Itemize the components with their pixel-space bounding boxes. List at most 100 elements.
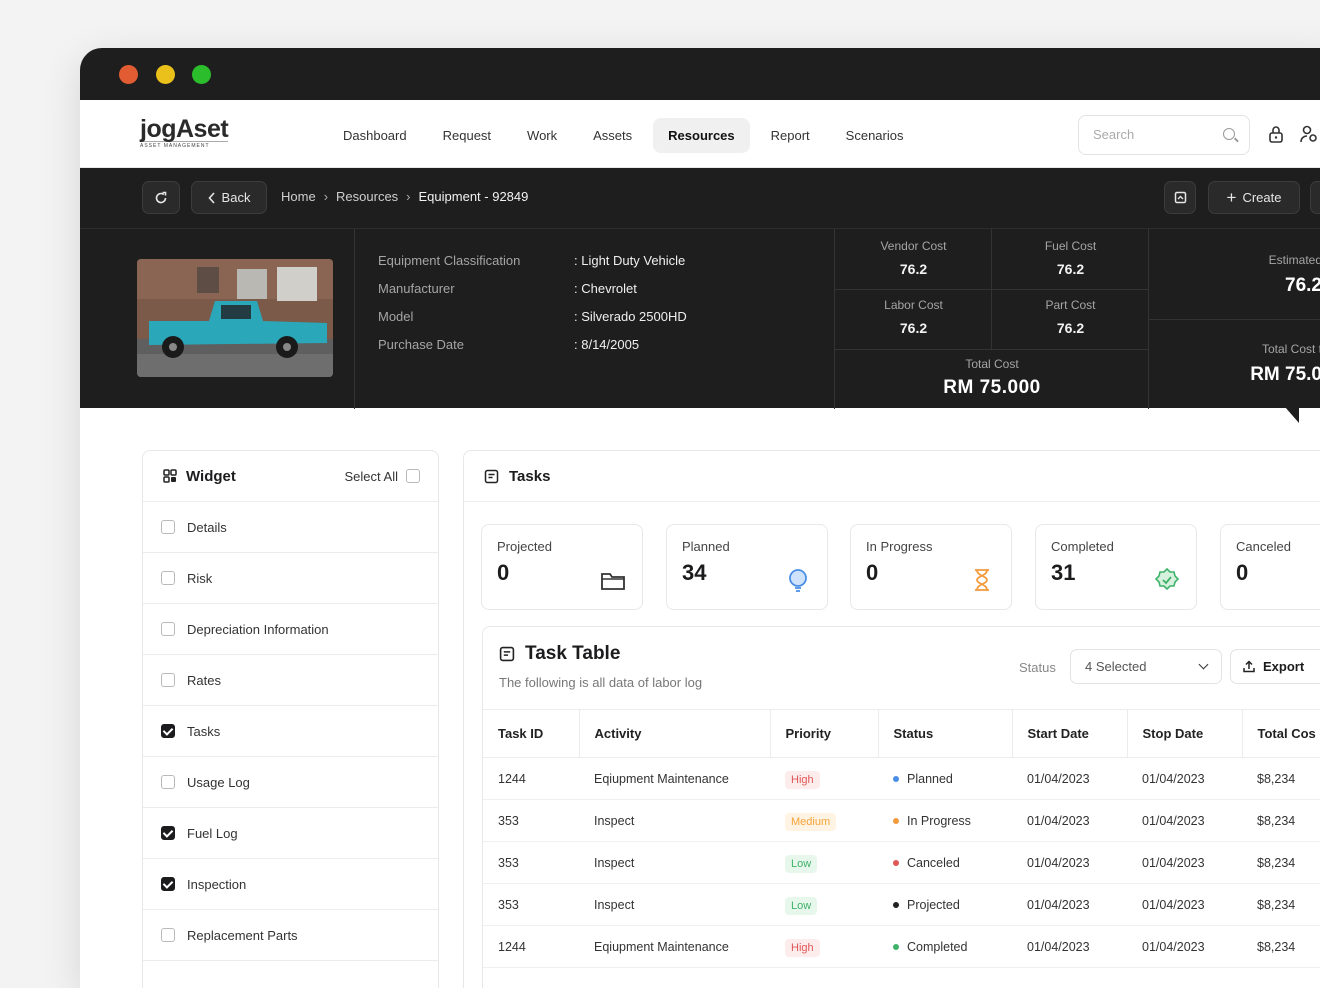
minimize-window-button[interactable] [156,65,175,84]
create-button[interactable]: + Create [1208,181,1300,214]
app-window: jogAset ASSET MANAGEMENT Dashboard Reque… [80,48,1320,988]
logo[interactable]: jogAset ASSET MANAGEMENT [140,116,229,149]
table-row[interactable]: 1244 Eqiupment Maintenance High Completed 01… [483,925,1320,968]
widget-checkbox[interactable] [161,571,175,585]
export-label: Export [1263,659,1305,674]
column-header-priority[interactable]: Priority [770,709,879,758]
widget-checkbox[interactable] [161,775,175,789]
column-header-start-date[interactable]: Start Date [1012,709,1128,758]
status-filter-select[interactable]: 4 Selected [1070,649,1222,684]
cell-activity: Eqiupment Maintenance [579,757,770,800]
table-row[interactable]: 353 Inspect Low Projected 01/04/2023 01/04/20… [483,883,1320,926]
widget-item[interactable]: Risk [143,553,438,604]
column-header-activity[interactable]: Activity [579,709,771,758]
equipment-summary: Equipment Classification: Light Duty Veh… [80,228,1320,423]
nav-link-report[interactable]: Report [756,118,825,153]
cost-breakdown: Vendor Cost 76.2 Fuel Cost 76.2 Labor Cost… [835,229,1149,409]
spec-value: : 8/14/2005 [574,336,640,352]
widget-checkbox[interactable] [161,826,175,840]
estimated-value: 76.2 [1285,275,1320,296]
refresh-button[interactable] [142,181,180,214]
status-text: In Progress [907,813,971,828]
cell-total-cost: $8,234 [1242,841,1320,884]
cell-status: In Progress [878,799,1012,842]
cell-task-id: 353 [483,799,579,842]
widget-checkbox[interactable] [161,877,175,891]
breadcrumb-resources[interactable]: Resources [336,189,398,204]
widget-item[interactable]: Usage Log [143,757,438,808]
part-cost-label: Part Cost [1045,298,1096,312]
back-button[interactable]: Back [191,181,267,214]
user-settings-icon[interactable] [1300,125,1318,143]
widget-item-label: Details [187,519,227,535]
labor-cost: Labor Cost 76.2 [835,298,992,336]
stat-label: In Progress [866,539,933,554]
table-row[interactable]: 353 Inspect Medium In Progress 01/04/2023 01/… [483,799,1320,842]
clipboard-icon [484,469,499,483]
stat-card-canceled[interactable]: Canceled 0 [1220,524,1320,610]
widget-item[interactable]: Replacement Parts [143,910,438,961]
widget-item[interactable]: Depreciation Information [143,604,438,655]
nav-link-resources[interactable]: Resources [653,118,750,153]
spec-key: Equipment Classification [378,252,521,268]
status-dot [893,776,899,783]
nav-link-dashboard[interactable]: Dashboard [328,118,422,153]
nav-link-work[interactable]: Work [512,118,572,153]
stat-card-planned[interactable]: Planned 34 [666,524,828,610]
priority-badge: High [785,770,820,789]
nav-link-assets[interactable]: Assets [578,118,647,153]
export-doc-button[interactable] [1164,181,1196,214]
estimated-cost: Estimated 76.2 [1152,253,1320,297]
search-icon [1223,128,1235,140]
column-header-status[interactable]: Status [878,709,1013,758]
widget-checkbox[interactable] [161,520,175,534]
equipment-photo[interactable] [137,259,333,377]
cell-start-date: 01/04/2023 [1012,757,1127,800]
table-row[interactable]: 353 Inspect Low Canceled 01/04/2023 01/04/202… [483,841,1320,884]
priority-badge: Low [785,854,818,873]
widget-item[interactable]: Details [143,502,438,553]
cell-status: Canceled [878,841,1012,884]
page-toolbar: Back Home › Resources › Equipment - 9284… [80,168,1320,228]
widget-item[interactable]: Rates [143,655,438,706]
cell-activity: Inspect [579,883,770,926]
more-button[interactable] [1310,181,1320,214]
maximize-window-button[interactable] [192,65,211,84]
widget-checkbox[interactable] [161,724,175,738]
search-input[interactable]: Search [1078,115,1250,155]
close-window-button[interactable] [119,65,138,84]
lock-icon[interactable] [1268,125,1284,143]
widget-checkbox[interactable] [161,928,175,942]
back-label: Back [221,190,251,205]
fuel-cost-label: Fuel Cost [1044,239,1097,253]
cell-start-date: 01/04/2023 [1012,841,1127,884]
cell-task-id: 353 [483,883,579,926]
cell-stop-date: 01/04/2023 [1127,883,1242,926]
select-all-checkbox[interactable] [406,469,420,483]
column-header-total-cost[interactable]: Total Cos [1242,709,1320,758]
widget-checkbox[interactable] [161,622,175,636]
select-all-toggle[interactable]: Select All [345,469,420,484]
stat-value: 0 [1236,560,1249,585]
column-header-task-id[interactable]: Task ID [483,709,580,758]
nav-link-request[interactable]: Request [428,118,506,153]
stat-card-projected[interactable]: Projected 0 [481,524,643,610]
stat-card-in-progress[interactable]: In Progress 0 [850,524,1012,610]
widget-item[interactable]: Inspection [143,859,438,910]
export-button[interactable]: Export [1230,649,1320,684]
stat-card-completed[interactable]: Completed 31 [1035,524,1197,610]
plus-icon: + [1226,187,1237,207]
widget-item[interactable]: Tasks [143,706,438,757]
column-header-stop-date[interactable]: Stop Date [1127,709,1243,758]
table-row[interactable]: 1244 Eqiupment Maintenance High Planned 01/0… [483,757,1320,800]
cost-divider [835,289,1149,290]
cell-priority: High [770,925,878,968]
widget-title: Widget [186,467,236,485]
status-dot [893,944,899,951]
widget-checkbox[interactable] [161,673,175,687]
breadcrumb-home[interactable]: Home [281,189,316,204]
nav-link-scenarios[interactable]: Scenarios [831,118,919,153]
widget-item[interactable]: Fuel Log [143,808,438,859]
refresh-icon [155,191,167,203]
fuel-cost-value: 76.2 [1056,261,1085,277]
